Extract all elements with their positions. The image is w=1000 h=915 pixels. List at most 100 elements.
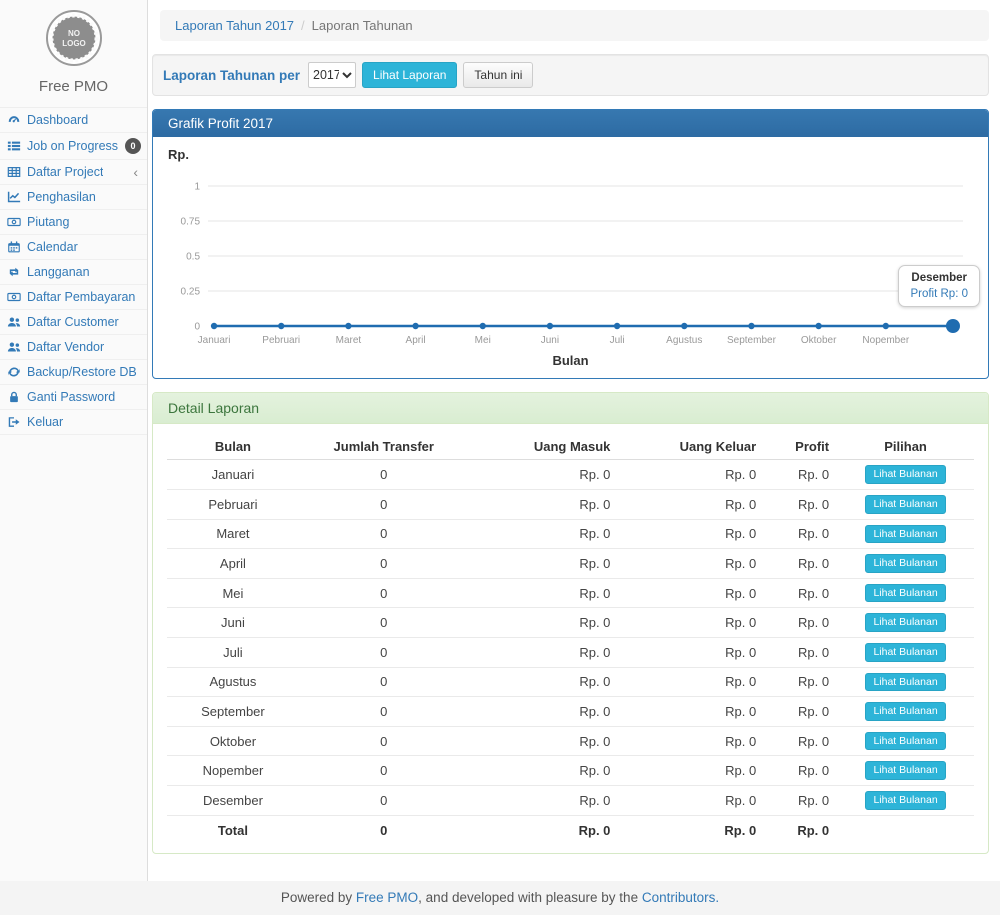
svg-text:Januari: Januari bbox=[198, 335, 231, 346]
app-logo[interactable]: NO LOGO bbox=[44, 8, 104, 68]
filter-label: Laporan Tahunan per bbox=[163, 68, 300, 83]
table-row-maret: Maret0Rp. 0Rp. 0Rp. 0Lihat Bulanan bbox=[167, 519, 974, 549]
sidebar-item-job-on-progress[interactable]: Job on Progress0 bbox=[0, 133, 147, 160]
svg-text:Agustus: Agustus bbox=[666, 335, 702, 346]
column-header-jumlah-transfer: Jumlah Transfer bbox=[299, 434, 469, 460]
year-select[interactable]: 2017 bbox=[308, 62, 356, 88]
breadcrumb-link[interactable]: Laporan Tahun 2017 bbox=[175, 18, 294, 33]
lihat-bulanan-button-mei[interactable]: Lihat Bulanan bbox=[865, 584, 945, 603]
users-icon bbox=[7, 315, 21, 329]
sidebar-item-dashboard[interactable]: Dashboard bbox=[0, 108, 147, 133]
sidebar-item-label: Langganan bbox=[27, 265, 90, 279]
svg-text:0.25: 0.25 bbox=[181, 287, 201, 298]
total-uang-keluar: Rp. 0 bbox=[618, 815, 764, 843]
lihat-laporan-button[interactable]: Lihat Laporan bbox=[362, 62, 457, 88]
sidebar-item-label: Keluar bbox=[27, 415, 63, 429]
svg-text:0: 0 bbox=[194, 322, 200, 333]
chart-panel-title: Grafik Profit 2017 bbox=[153, 110, 988, 137]
svg-text:Oktober: Oktober bbox=[801, 335, 837, 346]
sidebar-item-label: Backup/Restore DB bbox=[27, 365, 137, 379]
sidebar-item-piutang[interactable]: Piutang bbox=[0, 210, 147, 235]
footer-text-middle: , and developed with pleasure by the bbox=[418, 890, 642, 905]
sidebar-item-backup-restore-db[interactable]: Backup/Restore DB bbox=[0, 360, 147, 385]
sidebar-item-calendar[interactable]: Calendar bbox=[0, 235, 147, 260]
x-axis-title: Bulan bbox=[166, 353, 975, 368]
sidebar-item-keluar[interactable]: Keluar bbox=[0, 410, 147, 435]
logo-text-line2: LOGO bbox=[62, 39, 86, 48]
lihat-bulanan-button-pebruari[interactable]: Lihat Bulanan bbox=[865, 495, 945, 514]
contributors-link[interactable]: Contributors. bbox=[642, 890, 719, 905]
svg-text:1: 1 bbox=[194, 182, 200, 193]
total-uang-masuk: Rp. 0 bbox=[469, 815, 619, 843]
sidebar: NO LOGO Free PMO Dashboard Job on Progres… bbox=[0, 0, 148, 881]
column-header-uang-keluar: Uang Keluar bbox=[618, 434, 764, 460]
table-row-januari: Januari0Rp. 0Rp. 0Rp. 0Lihat Bulanan bbox=[167, 460, 974, 490]
svg-text:0.75: 0.75 bbox=[181, 217, 201, 228]
table-header-row: BulanJumlah TransferUang MasukUang Kelua… bbox=[167, 434, 974, 460]
line-chart-icon bbox=[7, 190, 21, 204]
sidebar-item-label: Daftar Vendor bbox=[27, 340, 104, 354]
total-label: Total bbox=[167, 815, 299, 843]
brand-name: Free PMO bbox=[0, 78, 147, 95]
sidebar-item-label: Dashboard bbox=[27, 113, 88, 127]
breadcrumb-current: Laporan Tahunan bbox=[312, 18, 413, 33]
sidebar-item-label: Piutang bbox=[27, 215, 69, 229]
sidebar-item-ganti-password[interactable]: Ganti Password bbox=[0, 385, 147, 410]
retweet-icon bbox=[7, 265, 21, 279]
lihat-bulanan-button-april[interactable]: Lihat Bulanan bbox=[865, 554, 945, 573]
lihat-bulanan-button-juni[interactable]: Lihat Bulanan bbox=[865, 613, 945, 632]
table-row-pebruari: Pebruari0Rp. 0Rp. 0Rp. 0Lihat Bulanan bbox=[167, 489, 974, 519]
refresh-icon bbox=[7, 365, 21, 379]
lihat-bulanan-button-oktober[interactable]: Lihat Bulanan bbox=[865, 732, 945, 751]
table-icon bbox=[7, 165, 21, 179]
report-table: BulanJumlah TransferUang MasukUang Kelua… bbox=[167, 434, 974, 842]
table-row-desember: Desember0Rp. 0Rp. 0Rp. 0Lihat Bulanan bbox=[167, 785, 974, 815]
chart-tooltip: Desember Profit Rp: 0 bbox=[898, 265, 980, 307]
lihat-bulanan-button-maret[interactable]: Lihat Bulanan bbox=[865, 525, 945, 544]
table-row-april: April0Rp. 0Rp. 0Rp. 0Lihat Bulanan bbox=[167, 549, 974, 579]
filter-panel: Laporan Tahunan per 2017 Lihat Laporan T… bbox=[152, 54, 989, 96]
money-icon bbox=[7, 215, 21, 229]
lihat-bulanan-button-september[interactable]: Lihat Bulanan bbox=[865, 702, 945, 721]
breadcrumb: Laporan Tahun 2017/Laporan Tahunan bbox=[160, 10, 989, 41]
app-window: NO LOGO Free PMO Dashboard Job on Progres… bbox=[0, 0, 1000, 881]
detail-panel-title: Detail Laporan bbox=[153, 393, 988, 424]
column-header-bulan: Bulan bbox=[167, 434, 299, 460]
sidebar-item-label: Job on Progress bbox=[27, 139, 118, 153]
lihat-bulanan-button-juli[interactable]: Lihat Bulanan bbox=[865, 643, 945, 662]
table-body: Januari0Rp. 0Rp. 0Rp. 0Lihat BulananPebr… bbox=[167, 460, 974, 815]
sign-out-icon bbox=[7, 415, 21, 429]
chart-panel-body: Rp. 00.250.50.751JanuariPebruariMaretApr… bbox=[153, 137, 988, 378]
lihat-bulanan-button-desember[interactable]: Lihat Bulanan bbox=[865, 791, 945, 810]
logo-text-line1: NO bbox=[68, 29, 80, 38]
free-pmo-link[interactable]: Free PMO bbox=[356, 890, 418, 905]
sidebar-item-daftar-project[interactable]: Daftar Project‹ bbox=[0, 160, 147, 185]
profit-chart-panel: Grafik Profit 2017 Rp. 00.250.50.751Janu… bbox=[152, 109, 989, 379]
sidebar-item-daftar-pembayaran[interactable]: Daftar Pembayaran bbox=[0, 285, 147, 310]
lihat-bulanan-button-agustus[interactable]: Lihat Bulanan bbox=[865, 673, 945, 692]
lihat-bulanan-button-januari[interactable]: Lihat Bulanan bbox=[865, 465, 945, 484]
detail-panel-body: BulanJumlah TransferUang MasukUang Kelua… bbox=[153, 424, 988, 852]
total-jumlah-transfer: 0 bbox=[299, 815, 469, 843]
brand-section: NO LOGO Free PMO bbox=[0, 0, 147, 108]
tooltip-value: Profit Rp: 0 bbox=[910, 288, 968, 300]
profit-chart[interactable]: 00.250.50.751JanuariPebruariMaretAprilMe… bbox=[166, 166, 975, 351]
sidebar-item-label: Daftar Pembayaran bbox=[27, 290, 135, 304]
tahun-ini-button[interactable]: Tahun ini bbox=[463, 62, 533, 88]
column-header-profit: Profit bbox=[764, 434, 837, 460]
sidebar-item-penghasilan[interactable]: Penghasilan bbox=[0, 185, 147, 210]
total-profit: Rp. 0 bbox=[764, 815, 837, 843]
sidebar-item-langganan[interactable]: Langganan bbox=[0, 260, 147, 285]
column-header-uang-masuk: Uang Masuk bbox=[469, 434, 619, 460]
sidebar-item-daftar-customer[interactable]: Daftar Customer bbox=[0, 310, 147, 335]
lihat-bulanan-button-nopember[interactable]: Lihat Bulanan bbox=[865, 761, 945, 780]
main-content: Laporan Tahun 2017/Laporan Tahunan Lapor… bbox=[148, 0, 1000, 881]
table-row-nopember: Nopember0Rp. 0Rp. 0Rp. 0Lihat Bulanan bbox=[167, 756, 974, 786]
svg-text:Juli: Juli bbox=[610, 335, 625, 346]
sidebar-item-daftar-vendor[interactable]: Daftar Vendor bbox=[0, 335, 147, 360]
table-row-juli: Juli0Rp. 0Rp. 0Rp. 0Lihat Bulanan bbox=[167, 637, 974, 667]
svg-text:April: April bbox=[406, 335, 426, 346]
table-row-agustus: Agustus0Rp. 0Rp. 0Rp. 0Lihat Bulanan bbox=[167, 667, 974, 697]
calendar-icon bbox=[7, 240, 21, 254]
sidebar-item-label: Daftar Customer bbox=[27, 315, 119, 329]
